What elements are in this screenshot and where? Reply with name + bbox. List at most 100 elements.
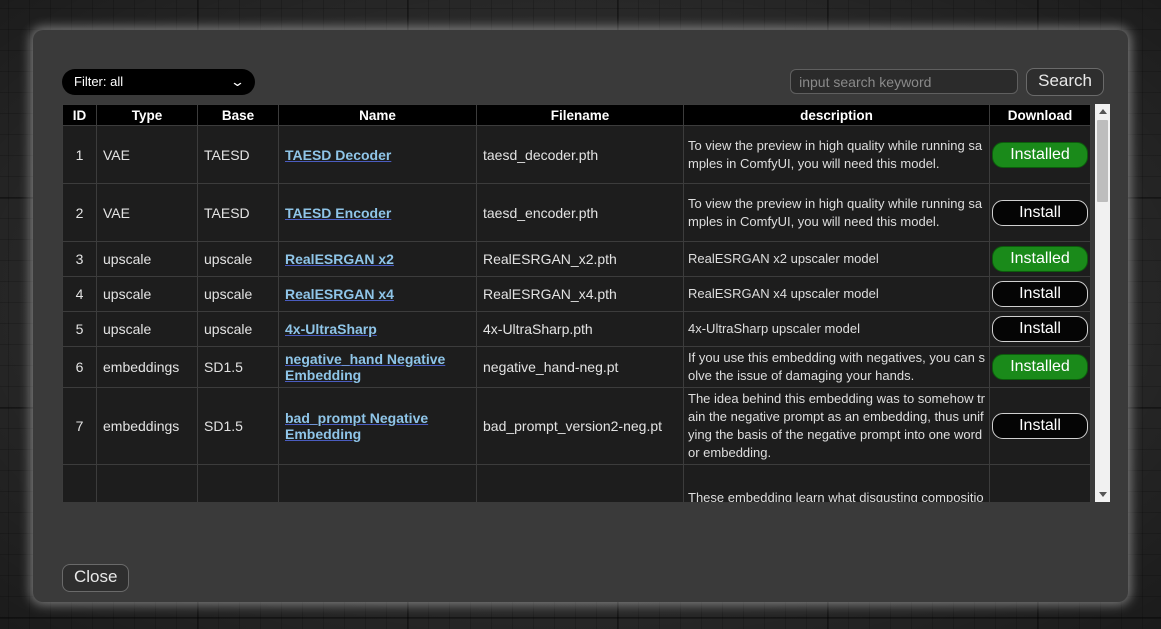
- cell-base: upscale: [198, 312, 279, 347]
- filter-dropdown[interactable]: Filter: all ⌄: [62, 69, 255, 95]
- header-type: Type: [97, 105, 198, 126]
- cell-type: [97, 465, 198, 503]
- cell-description: The idea behind this embedding was to so…: [684, 388, 990, 465]
- install-button[interactable]: Install: [992, 281, 1088, 307]
- cell-filename: [477, 465, 684, 503]
- models-table-container: ID Type Base Name Filename description D…: [62, 104, 1110, 502]
- model-name-link[interactable]: TAESD Encoder: [285, 205, 391, 221]
- models-table: ID Type Base Name Filename description D…: [62, 104, 1091, 502]
- vertical-scrollbar[interactable]: [1095, 104, 1110, 502]
- cell-base: upscale: [198, 242, 279, 277]
- dialog-footer: Close: [62, 564, 1128, 592]
- download-cell: Installed: [990, 347, 1091, 388]
- model-name-link[interactable]: RealESRGAN x4: [285, 286, 394, 302]
- cell-filename: RealESRGAN_x4.pth: [477, 277, 684, 312]
- header-name: Name: [279, 105, 477, 126]
- search-group: Search: [790, 68, 1104, 96]
- cell-name: RealESRGAN x4: [279, 277, 477, 312]
- cell-description: To view the preview in high quality whil…: [684, 126, 990, 184]
- download-cell: Installed: [990, 126, 1091, 184]
- cell-base: SD1.5: [198, 388, 279, 465]
- cell-filename: 4x-UltraSharp.pth: [477, 312, 684, 347]
- header-id: ID: [63, 105, 97, 126]
- model-name-link[interactable]: TAESD Decoder: [285, 147, 391, 163]
- cell-type: upscale: [97, 277, 198, 312]
- cell-description: If you use this embedding with negatives…: [684, 347, 990, 388]
- cell-filename: taesd_encoder.pth: [477, 184, 684, 242]
- scrollbar-thumb[interactable]: [1097, 120, 1108, 202]
- cell-name: RealESRGAN x2: [279, 242, 477, 277]
- header-description: description: [684, 105, 990, 126]
- dialog-toolbar: Filter: all ⌄ Search: [62, 68, 1104, 95]
- cell-description: RealESRGAN x4 upscaler model: [684, 277, 990, 312]
- installed-button[interactable]: Installed: [992, 142, 1088, 168]
- table-header-row: ID Type Base Name Filename description D…: [63, 105, 1091, 126]
- model-name-link[interactable]: RealESRGAN x2: [285, 251, 394, 267]
- installed-button[interactable]: Installed: [992, 246, 1088, 272]
- cell-base: SD1.5: [198, 347, 279, 388]
- cell-id: 2: [63, 184, 97, 242]
- cell-name: 4x-UltraSharp: [279, 312, 477, 347]
- table-row: 5 upscale upscale 4x-UltraSharp 4x-Ultra…: [63, 312, 1091, 347]
- cell-description: These embedding learn what disgusting co…: [684, 465, 990, 503]
- cell-id: [63, 465, 97, 503]
- cell-type: embeddings: [97, 388, 198, 465]
- cell-type: upscale: [97, 242, 198, 277]
- close-button[interactable]: Close: [62, 564, 129, 592]
- cell-filename: taesd_decoder.pth: [477, 126, 684, 184]
- model-name-link[interactable]: negative_hand Negative Embedding: [285, 351, 445, 383]
- model-name-link[interactable]: bad_prompt Negative Embedding: [285, 410, 428, 442]
- table-row: 4 upscale upscale RealESRGAN x4 RealESRG…: [63, 277, 1091, 312]
- cell-type: upscale: [97, 312, 198, 347]
- search-input[interactable]: [790, 69, 1018, 94]
- download-cell: Installed: [990, 242, 1091, 277]
- cell-description: RealESRGAN x2 upscaler model: [684, 242, 990, 277]
- cell-name: bad_prompt Negative Embedding: [279, 388, 477, 465]
- cell-base: TAESD: [198, 184, 279, 242]
- cell-filename: bad_prompt_version2-neg.pt: [477, 388, 684, 465]
- install-models-dialog: Filter: all ⌄ Search ID Type Base Name: [33, 30, 1128, 602]
- table-row: 1 VAE TAESD TAESD Decoder taesd_decoder.…: [63, 126, 1091, 184]
- header-filename: Filename: [477, 105, 684, 126]
- cell-id: 6: [63, 347, 97, 388]
- cell-id: 7: [63, 388, 97, 465]
- search-button[interactable]: Search: [1026, 68, 1104, 96]
- installed-button[interactable]: Installed: [992, 354, 1088, 380]
- model-name-link[interactable]: 4x-UltraSharp: [285, 321, 377, 337]
- download-cell: Install: [990, 312, 1091, 347]
- cell-id: 4: [63, 277, 97, 312]
- header-download: Download: [990, 105, 1091, 126]
- cell-name: TAESD Decoder: [279, 126, 477, 184]
- scroll-down-arrow-icon[interactable]: [1095, 487, 1110, 502]
- table-row: 3 upscale upscale RealESRGAN x2 RealESRG…: [63, 242, 1091, 277]
- cell-filename: RealESRGAN_x2.pth: [477, 242, 684, 277]
- install-button[interactable]: Install: [992, 413, 1088, 439]
- cell-type: VAE: [97, 126, 198, 184]
- table-row: 7 embeddings SD1.5 bad_prompt Negative E…: [63, 388, 1091, 465]
- cell-id: 1: [63, 126, 97, 184]
- install-button[interactable]: Install: [992, 200, 1088, 226]
- cell-base: upscale: [198, 277, 279, 312]
- download-cell: [990, 465, 1091, 503]
- install-button[interactable]: Install: [992, 316, 1088, 342]
- cell-description: To view the preview in high quality whil…: [684, 184, 990, 242]
- cell-type: VAE: [97, 184, 198, 242]
- cell-name: [279, 465, 477, 503]
- cell-id: 5: [63, 312, 97, 347]
- download-cell: Install: [990, 184, 1091, 242]
- cell-base: [198, 465, 279, 503]
- cell-filename: negative_hand-neg.pt: [477, 347, 684, 388]
- filter-dropdown-value: Filter: all: [74, 74, 123, 89]
- models-table-body: 1 VAE TAESD TAESD Decoder taesd_decoder.…: [63, 126, 1091, 503]
- models-table-clip: ID Type Base Name Filename description D…: [62, 104, 1095, 502]
- scroll-up-arrow-icon[interactable]: [1095, 104, 1110, 119]
- cell-base: TAESD: [198, 126, 279, 184]
- download-cell: Install: [990, 388, 1091, 465]
- cell-id: 3: [63, 242, 97, 277]
- table-row: 2 VAE TAESD TAESD Encoder taesd_encoder.…: [63, 184, 1091, 242]
- header-base: Base: [198, 105, 279, 126]
- cell-description: 4x-UltraSharp upscaler model: [684, 312, 990, 347]
- table-row: 6 embeddings SD1.5 negative_hand Negativ…: [63, 347, 1091, 388]
- download-cell: Install: [990, 277, 1091, 312]
- table-row: These embedding learn what disgusting co…: [63, 465, 1091, 503]
